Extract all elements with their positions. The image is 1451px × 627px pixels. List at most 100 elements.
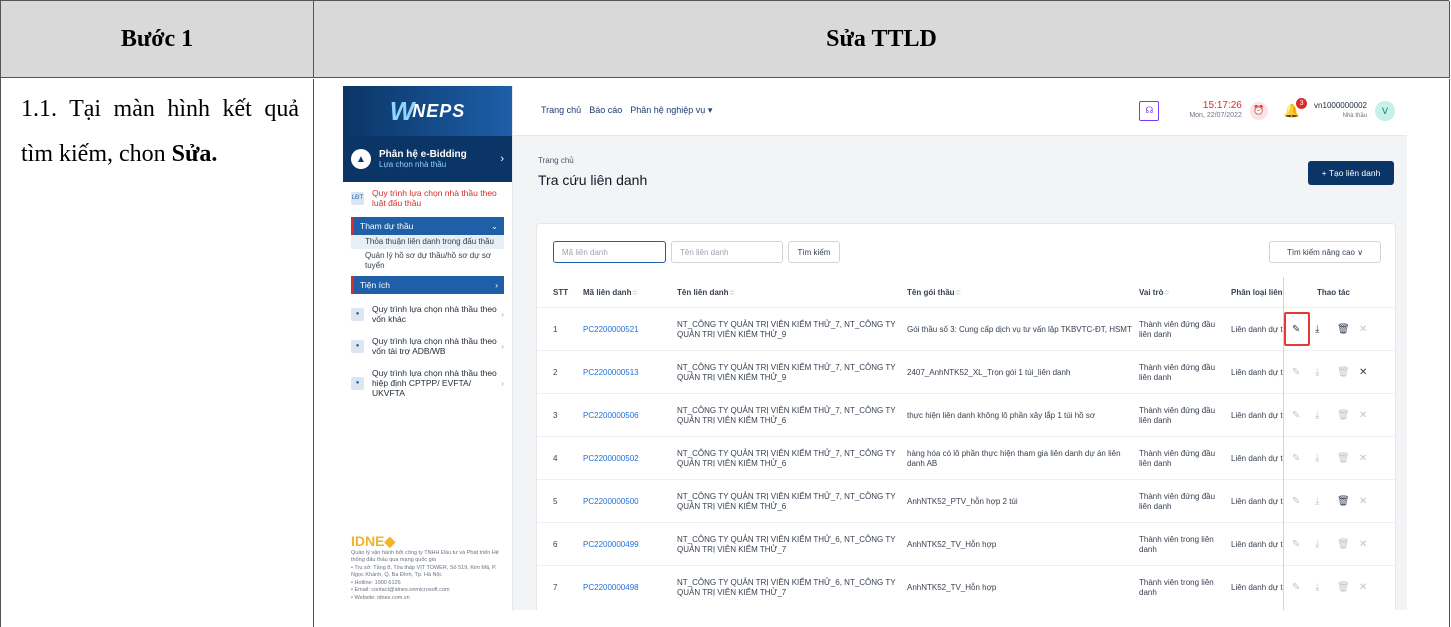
row-package: hàng hóa có lô phần thực hiện tham gia l…	[907, 448, 1121, 468]
row-stt: 5	[553, 496, 558, 506]
headset-icon[interactable]: ☊	[1139, 100, 1160, 121]
delete-icon[interactable]: 🗑	[1337, 351, 1350, 394]
row-stt: 3	[553, 410, 558, 420]
module-selector[interactable]: ▲ Phân hệ e-Bidding Lựa chọn nhà thầu ›	[343, 136, 512, 182]
clock: 15:17:26 Mon, 22/07/2022	[1189, 99, 1242, 119]
bell-icon[interactable]: 🔔 3	[1284, 97, 1308, 119]
avatar[interactable]: V	[1375, 100, 1395, 121]
table-row: 5 PC2200000500 NT_CÔNG TY QUẢN TRỊ VIÊN KI…	[537, 479, 1397, 522]
close-icon[interactable]: ✕	[1359, 437, 1367, 480]
row-stt: 4	[553, 453, 558, 463]
edit-icon[interactable]: ✎	[1292, 394, 1300, 437]
sidebar-item-joint-venture[interactable]: Thỏa thuận liên danh trong đấu thầu	[351, 235, 504, 249]
table-row: 1 PC2200000521 NT_CÔNG TY QUẢN TRỊ VIÊN KI…	[537, 307, 1397, 350]
delete-icon[interactable]: 🗑	[1337, 480, 1350, 523]
instruction-cell: 1.1. Tại màn hình kết quả tìm kiếm, chon…	[1, 79, 314, 627]
row-package: thực hiện liên danh không lô phần xây lắ…	[907, 410, 1096, 420]
download-icon[interactable]: ⤓	[1315, 351, 1319, 394]
close-icon[interactable]: ✕	[1359, 480, 1367, 523]
row-code[interactable]: PC2200000521	[583, 308, 673, 351]
table-row: 7 PC2200000498 NT_CÔNG TY QUẢN TRỊ VIÊN KI…	[537, 565, 1397, 608]
close-icon[interactable]: ✕	[1359, 566, 1367, 609]
sidebar-item-law-process[interactable]: LĐT Quy trình lựa chọn nhà thầu theo luật…	[343, 182, 512, 214]
delete-icon[interactable]: 🗑	[1337, 437, 1350, 480]
table-row: 3 PC2200000506 NT_CÔNG TY QUẢN TRỊ VIÊN KI…	[537, 393, 1397, 436]
edit-icon[interactable]: ✎	[1292, 437, 1300, 480]
sidebar-group-bidding[interactable]: Tham dự thầu ⌄	[351, 217, 504, 235]
row-type: Liên danh dự t	[1231, 367, 1283, 377]
chevron-right-icon: ›	[501, 378, 504, 388]
download-icon[interactable]: ⤓	[1315, 437, 1319, 480]
row-name: NT_CÔNG TY QUẢN TRỊ VIÊN KIỂM THỬ_7, NT_…	[677, 491, 896, 511]
nav-home[interactable]: Trang chủ	[541, 105, 581, 116]
row-role: Thành viên đứng đầu liên danh	[1139, 405, 1216, 425]
download-icon[interactable]: ⤓	[1315, 308, 1319, 351]
row-role: Thành viên trong liên danh	[1139, 534, 1214, 554]
close-icon[interactable]: ✕	[1359, 308, 1367, 351]
code-search-input[interactable]: Mã liên danh	[553, 241, 666, 263]
user-info[interactable]: vn1000000002 Nhà thầu	[1314, 101, 1367, 121]
name-search-input[interactable]: Tên liên danh	[671, 241, 783, 263]
col-role[interactable]: Vai trò	[1139, 279, 1170, 307]
download-icon[interactable]: ⤓	[1315, 480, 1319, 523]
instruction-text: 1.1. Tại màn hình kết quả tìm kiếm, chon	[21, 96, 299, 167]
sidebar-item-other-capital[interactable]: ● Quy trình lựa chọn nhà thầu theo vốn kh…	[343, 298, 512, 330]
step-header: Bước 1	[1, 1, 314, 78]
delete-icon[interactable]: 🗑	[1337, 566, 1350, 609]
col-actions: Thao tác	[1317, 288, 1350, 297]
results-card: Mã liên danh Tên liên danh Tìm kiếm Tìm …	[536, 223, 1397, 610]
row-code[interactable]: PC2200000498	[583, 566, 673, 609]
col-package[interactable]: Tên gói thầu	[907, 279, 961, 307]
create-joint-venture-button[interactable]: + Tạo liên danh	[1308, 161, 1394, 185]
module-sub: Lựa chọn nhà thầu	[379, 160, 447, 169]
alarm-icon[interactable]: ⏰	[1249, 101, 1268, 120]
breadcrumb[interactable]: Trang chủ	[538, 156, 574, 165]
row-code[interactable]: PC2200000513	[583, 351, 673, 394]
row-type: Liên danh dự t	[1231, 410, 1283, 420]
edit-icon[interactable]: ✎	[1292, 480, 1300, 523]
edit-highlight-box	[1284, 312, 1310, 346]
process-icon: LĐT	[351, 191, 364, 205]
neps-logo[interactable]: W NEPS	[343, 86, 512, 136]
sidebar-item-bid-docs[interactable]: Quản lý hồ sơ dự thầu/hồ sơ dự sơ tuyển	[343, 249, 512, 273]
row-code[interactable]: PC2200000499	[583, 523, 673, 566]
sidebar-group-utilities[interactable]: Tiện ích ›	[351, 276, 504, 294]
row-role: Thành viên đứng đầu liên danh	[1139, 448, 1216, 468]
row-code[interactable]: PC2200000500	[583, 480, 673, 523]
delete-icon[interactable]: 🗑	[1337, 523, 1350, 566]
col-code[interactable]: Mã liên danh	[583, 279, 638, 307]
notification-count: 3	[1296, 97, 1308, 109]
close-icon[interactable]: ✕	[1359, 394, 1367, 437]
sidebar-footer: IDNE◆ Quản lý vận hành bởi công ty TNHH …	[351, 534, 509, 602]
search-button[interactable]: Tìm kiếm	[788, 241, 840, 263]
close-icon[interactable]: ✕	[1359, 351, 1367, 394]
process-icon: ●	[351, 307, 364, 321]
close-icon[interactable]: ✕	[1359, 523, 1367, 566]
row-stt: 2	[553, 367, 558, 377]
download-icon[interactable]: ⤓	[1315, 394, 1319, 437]
table-row: 4 PC2200000502 NT_CÔNG TY QUẢN TRỊ VIÊN KI…	[537, 436, 1397, 479]
edit-icon[interactable]: ✎	[1292, 566, 1300, 609]
row-stt: 7	[553, 582, 558, 592]
download-icon[interactable]: ⤓	[1315, 566, 1319, 609]
row-package: Gói thầu số 3: Cung cấp dịch vụ tư vấn l…	[907, 324, 1132, 334]
row-type: Liên danh dự t	[1231, 496, 1283, 506]
process-icon: ●	[351, 339, 364, 353]
nav-report[interactable]: Báo cáo	[589, 105, 622, 116]
sidebar-item-cptpp[interactable]: ● Quy trình lựa chọn nhà thầu theo hiệp đ…	[343, 362, 512, 404]
delete-icon[interactable]: 🗑	[1337, 308, 1350, 351]
row-code[interactable]: PC2200000506	[583, 394, 673, 437]
delete-icon[interactable]: 🗑	[1337, 394, 1350, 437]
edit-icon[interactable]: ✎	[1292, 523, 1300, 566]
download-icon[interactable]: ⤓	[1315, 523, 1319, 566]
sidebar-item-adb-wb[interactable]: ● Quy trình lựa chọn nhà thầu theo vốn tà…	[343, 330, 512, 362]
advanced-search-button[interactable]: Tìm kiếm nâng cao ∨	[1269, 241, 1381, 263]
row-code[interactable]: PC2200000502	[583, 437, 673, 480]
nav-modules[interactable]: Phân hệ nghiệp vụ	[630, 105, 712, 116]
edit-icon[interactable]: ✎	[1292, 351, 1300, 394]
row-role: Thành viên đứng đầu liên danh	[1139, 362, 1216, 382]
top-bar: Trang chủ Báo cáo Phân hệ nghiệp vụ ☊ 15…	[513, 86, 1407, 136]
col-name[interactable]: Tên liên danh	[677, 279, 735, 307]
module-title: Phân hệ e-Bidding	[379, 149, 467, 160]
table-row: 2 PC2200000513 NT_CÔNG TY QUẢN TRỊ VIÊN KI…	[537, 350, 1397, 393]
